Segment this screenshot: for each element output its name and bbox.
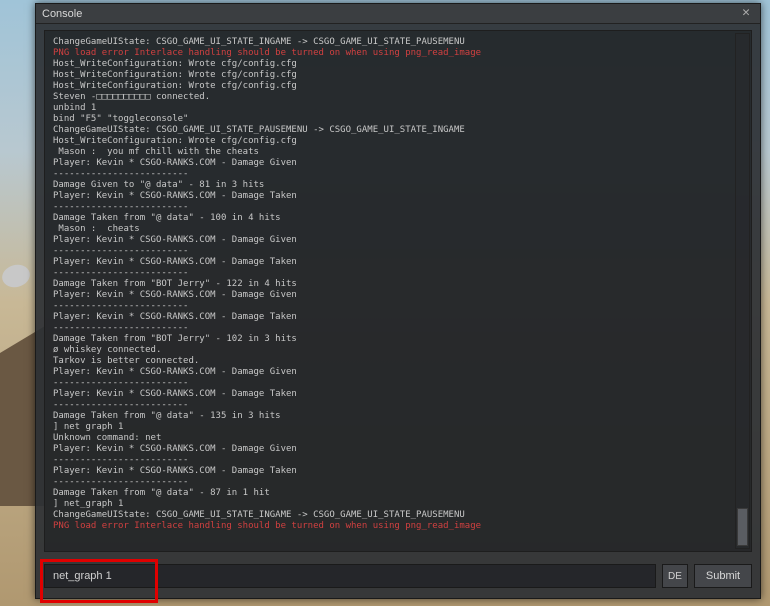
window-title: Console xyxy=(42,8,738,20)
log-line: unbind 1 xyxy=(53,103,743,114)
log-line: bind "F5" "toggleconsole" xyxy=(53,114,743,125)
log-line: Host_WriteConfiguration: Wrote cfg/confi… xyxy=(53,136,743,147)
scrollbar[interactable] xyxy=(735,33,750,549)
log-line: ------------------------- xyxy=(53,268,743,279)
scroll-thumb[interactable] xyxy=(737,508,748,546)
log-line: ------------------------- xyxy=(53,202,743,213)
log-line: Player: Kevin * CSGO-RANKS.COM - Damage … xyxy=(53,312,743,323)
log-line: Damage Taken from "BOT Jerry" - 102 in 3… xyxy=(53,334,743,345)
log-line: Player: Kevin * CSGO-RANKS.COM - Damage … xyxy=(53,466,743,477)
console-log-text: ChangeGameUIState: CSGO_GAME_UI_STATE_IN… xyxy=(45,31,751,538)
log-line: ------------------------- xyxy=(53,378,743,389)
log-line: ------------------------- xyxy=(53,301,743,312)
log-line: Mason : you mf chill with the cheats xyxy=(53,147,743,158)
log-line: ] net_graph 1 xyxy=(53,499,743,510)
log-line: ------------------------- xyxy=(53,323,743,334)
log-line: Player: Kevin * CSGO-RANKS.COM - Damage … xyxy=(53,444,743,455)
log-line: Player: Kevin * CSGO-RANKS.COM - Damage … xyxy=(53,158,743,169)
log-line: ------------------------- xyxy=(53,455,743,466)
input-row: DE Submit xyxy=(44,564,752,588)
log-line: Tarkov is better connected. xyxy=(53,356,743,367)
log-line: Player: Kevin * CSGO-RANKS.COM - Damage … xyxy=(53,367,743,378)
log-line: Host_WriteConfiguration: Wrote cfg/confi… xyxy=(53,70,743,81)
console-window: Console ✕ ChangeGameUIState: CSGO_GAME_U… xyxy=(35,3,761,599)
log-line: Player: Kevin * CSGO-RANKS.COM - Damage … xyxy=(53,257,743,268)
submit-button[interactable]: Submit xyxy=(694,564,752,588)
log-line: Damage Taken from "@ data" - 135 in 3 hi… xyxy=(53,411,743,422)
log-line: Player: Kevin * CSGO-RANKS.COM - Damage … xyxy=(53,389,743,400)
log-line: Steven -□□□□□□□□□□ connected. xyxy=(53,92,743,103)
log-line: Damage Taken from "@ data" - 87 in 1 hit xyxy=(53,488,743,499)
log-line: ChangeGameUIState: CSGO_GAME_UI_STATE_IN… xyxy=(53,510,743,521)
log-line: Unknown command: net xyxy=(53,433,743,444)
log-line: ] net graph 1 xyxy=(53,422,743,433)
log-line: ------------------------- xyxy=(53,400,743,411)
log-line: Player: Kevin * CSGO-RANKS.COM - Damage … xyxy=(53,290,743,301)
log-line-error: PNG load error Interlace handling should… xyxy=(53,521,743,532)
log-line: Host_WriteConfiguration: Wrote cfg/confi… xyxy=(53,81,743,92)
log-line: ChangeGameUIState: CSGO_GAME_UI_STATE_PA… xyxy=(53,125,743,136)
log-line: Damage Taken from "BOT Jerry" - 122 in 4… xyxy=(53,279,743,290)
console-log-area[interactable]: ChangeGameUIState: CSGO_GAME_UI_STATE_IN… xyxy=(44,30,752,552)
log-line: Damage Taken from "@ data" - 100 in 4 hi… xyxy=(53,213,743,224)
log-line: Mason : cheats xyxy=(53,224,743,235)
titlebar[interactable]: Console ✕ xyxy=(36,4,760,24)
log-line: ChangeGameUIState: CSGO_GAME_UI_STATE_IN… xyxy=(53,37,743,48)
close-icon[interactable]: ✕ xyxy=(738,6,754,22)
command-input[interactable] xyxy=(44,564,656,588)
log-line: Player: Kevin * CSGO-RANKS.COM - Damage … xyxy=(53,191,743,202)
log-line: ø whiskey connected. xyxy=(53,345,743,356)
log-line: ------------------------- xyxy=(53,169,743,180)
log-line: ------------------------- xyxy=(53,477,743,488)
log-line: Host_WriteConfiguration: Wrote cfg/confi… xyxy=(53,59,743,70)
log-line-error: PNG load error Interlace handling should… xyxy=(53,48,743,59)
log-line: ------------------------- xyxy=(53,246,743,257)
log-line: Damage Given to "@ data" - 81 in 3 hits xyxy=(53,180,743,191)
log-line: Player: Kevin * CSGO-RANKS.COM - Damage … xyxy=(53,235,743,246)
language-button[interactable]: DE xyxy=(662,564,688,588)
